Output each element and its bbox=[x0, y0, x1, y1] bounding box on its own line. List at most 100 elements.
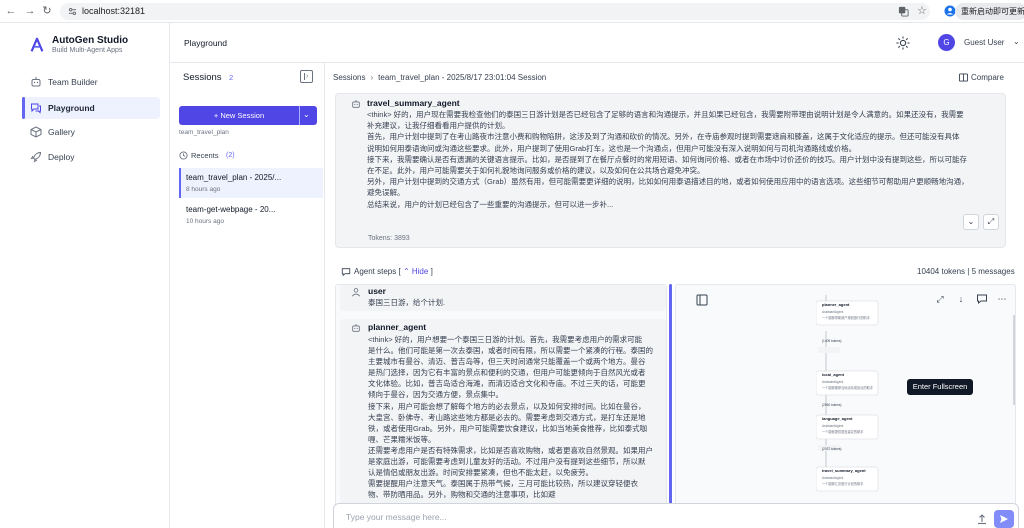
bookmark-star-icon[interactable]: ☆ bbox=[917, 4, 927, 17]
chat-input-placeholder[interactable]: Type your message here... bbox=[346, 512, 447, 522]
robot-icon bbox=[31, 77, 41, 87]
flow-node-type: AssistantAgent bbox=[822, 476, 844, 480]
breadcrumb: Sessions › team_travel_plan - 2025/8/17 23… bbox=[333, 73, 546, 82]
user-icon bbox=[351, 288, 361, 297]
toggle-sidebar-icon[interactable] bbox=[696, 294, 708, 306]
address-bar[interactable]: localhost:32181 ☆ bbox=[60, 3, 930, 20]
token-count: Tokens: 3893 bbox=[368, 235, 410, 242]
steps-scrollbar[interactable] bbox=[669, 284, 672, 510]
message-line: 认是情侣或朋友出游。时间安排要紧凑，但也不能太赶，以免疲劳。 bbox=[368, 468, 593, 478]
agent-steps-label: Agent steps [ ⌃ Hide ] bbox=[354, 267, 433, 276]
forward-arrow-icon[interactable]: → bbox=[23, 4, 37, 18]
message-line: 还需要考虑用户是否有特殊需求，比如是否喜欢购物，或者更喜欢自然景观。如果用户 bbox=[368, 445, 653, 455]
brand-title: AutoGen Studio bbox=[52, 35, 129, 46]
flow-node-title: planner_agent bbox=[822, 302, 850, 307]
message-line: 大皇宫、卧佛寺、考山路这些地方都是必去的。需要考虑到交通方式，是打车还是地 bbox=[368, 412, 646, 422]
more-options-icon[interactable]: ⋯ bbox=[996, 293, 1008, 305]
fullscreen-expand-icon[interactable]: ⤢ bbox=[934, 293, 946, 305]
button-divider bbox=[299, 106, 300, 125]
user-avatar[interactable]: G bbox=[938, 34, 955, 51]
chevron-down-icon[interactable]: ⌄ bbox=[1013, 37, 1020, 46]
message-agent-name: user bbox=[368, 286, 386, 296]
agent-steps-list[interactable]: user 泰国三日游，给个计划. planner_agent <think> 好… bbox=[335, 284, 667, 510]
fullscreen-icon[interactable]: ⤢ bbox=[983, 214, 999, 230]
user-name[interactable]: Guest User bbox=[964, 38, 1004, 47]
new-session-button[interactable]: + New Session ⌄ bbox=[179, 106, 317, 125]
session-view: Sessions › team_travel_plan - 2025/8/17 23… bbox=[325, 63, 1024, 528]
fullscreen-tooltip: Enter Fullscreen bbox=[907, 379, 973, 395]
message-line: 泰国三日游，给个计划. bbox=[368, 298, 446, 307]
chat-icon bbox=[31, 103, 41, 114]
history-clock-icon bbox=[179, 151, 188, 160]
send-button[interactable] bbox=[994, 510, 1014, 528]
session-time: 10 hours ago bbox=[186, 218, 224, 225]
message-content: <think> 好的，用户现在需要我检查他们的泰国三日游计划是否已经包含了足够的… bbox=[367, 109, 999, 210]
flow-node-type: AssistantAgent bbox=[822, 380, 844, 384]
expand-chevron-icon[interactable]: ⌄ bbox=[963, 214, 979, 230]
back-arrow-icon[interactable]: ← bbox=[4, 4, 18, 18]
upload-icon[interactable] bbox=[976, 513, 988, 525]
message-agent-name: planner_agent bbox=[368, 322, 427, 332]
flow-token-count: (1409 tokens) bbox=[822, 339, 842, 343]
hide-steps-toggle[interactable]: ⌃ Hide bbox=[403, 267, 428, 276]
recents-count: (2) bbox=[226, 152, 235, 159]
new-session-dropdown-chevron-icon[interactable]: ⌄ bbox=[303, 110, 310, 119]
flow-node-title: language_agent bbox=[822, 416, 853, 421]
nav-gallery[interactable]: Gallery bbox=[22, 121, 160, 143]
brand-tagline: Build Multi-Agent Apps bbox=[52, 47, 123, 54]
message-line: 倾向于曼谷，因为交通方便，景点集中。 bbox=[368, 390, 503, 400]
message-line: 是什么。他们可能是第一次去泰国，或者时间有限，所以需要一个紧凑的行程。泰国的 bbox=[368, 346, 653, 356]
session-item[interactable]: team-get-webpage - 20... 10 hours ago bbox=[179, 200, 323, 230]
steps-token-summary: 10404 tokens | 5 messages bbox=[917, 267, 1015, 276]
flow-scrollbar[interactable] bbox=[1013, 315, 1015, 405]
message-line: 在不足。此外，用户可能需要关于如何礼貌地询问服务或价格的建议，以及如何在公共场合… bbox=[367, 166, 705, 176]
reload-icon[interactable]: ↻ bbox=[40, 4, 54, 18]
message-line: 接下来，用户可能会想了解每个地方的必去景点，以及如何安排时间。比如在曼谷， bbox=[368, 401, 646, 411]
rocket-icon bbox=[30, 151, 42, 163]
message-card: planner_agent <think> 好的，用户想要一个泰国三日游的计划。… bbox=[340, 319, 666, 509]
message-line: <think> 好的，用户想要一个泰国三日游的计划。首先，我需要考虑用户的需求可… bbox=[368, 335, 643, 344]
nav-team-builder[interactable]: Team Builder bbox=[22, 71, 160, 93]
translate-icon[interactable] bbox=[898, 6, 909, 17]
breadcrumb-sessions-link[interactable]: Sessions bbox=[333, 73, 365, 82]
message-line: 补充建议，让我仔细看看用户提供的计划。 bbox=[367, 121, 510, 131]
message-line: 主要城市有曼谷、清迈、普吉岛等，但三天时间通常只能覆盖一个或两个地方。曼谷 bbox=[368, 357, 646, 367]
new-session-label: + New Session bbox=[213, 111, 265, 120]
agent-flow-panel[interactable]: ⤢ ↓ ⋯ planner_agent AssistantAgent 一个能够帮… bbox=[675, 284, 1016, 510]
message-line: 说明如何用泰语询问或沟通这些要求。此外，用户提到了使用Grab打车，这也是一个沟… bbox=[367, 143, 857, 153]
message-line: 喱、芒果糯米饭等。 bbox=[368, 434, 436, 444]
nav-team-builder-label: Team Builder bbox=[48, 77, 98, 87]
sessions-title: Sessions bbox=[183, 72, 222, 83]
autogen-logo-icon bbox=[30, 37, 44, 52]
message-line: 总结来说，用户的计划已经包含了一些重要的沟通提示，但可以进一步补... bbox=[367, 199, 614, 209]
flow-node-desc: 一个能够推荐当地活动或景点的助手 bbox=[822, 386, 873, 390]
breadcrumb-current: team_travel_plan - 2025/8/17 23:01:04 Se… bbox=[378, 73, 547, 82]
chat-input-box[interactable]: Type your message here... bbox=[333, 503, 1019, 528]
robot-icon bbox=[352, 99, 360, 108]
flow-node-desc: 一个能够汇总旅行计划的助手 bbox=[822, 482, 864, 486]
sessions-panel: Sessions 2 › + New Session ⌄ team_travel… bbox=[170, 63, 325, 528]
page-title: Playground bbox=[184, 38, 228, 48]
session-item[interactable]: team_travel_plan - 2025/... 8 hours ago bbox=[179, 168, 323, 198]
compare-button[interactable]: Compare bbox=[971, 73, 1004, 82]
nav-deploy[interactable]: Deploy bbox=[22, 146, 160, 168]
message-agent-name: travel_summary_agent bbox=[367, 98, 460, 108]
message-card: user 泰国三日游，给个计划. bbox=[340, 285, 666, 311]
flow-token-count: (2560 tokens) bbox=[822, 403, 842, 407]
nav-playground[interactable]: Playground bbox=[22, 97, 160, 119]
collapse-panel-icon[interactable]: › bbox=[300, 70, 313, 83]
flow-token-count: (2037 tokens) bbox=[822, 447, 842, 451]
compare-icon[interactable] bbox=[959, 73, 968, 82]
message-line: 物、带防晒用品。另外，购物和交通的注意事项，比如避 bbox=[368, 490, 556, 500]
message-line: 是家庭出游，可能需要考虑到儿童友好的活动。不过用户没有提到这些细节，所以默 bbox=[368, 457, 646, 467]
update-restart-button[interactable]: 重新启动即可更新 bbox=[955, 3, 1024, 20]
nav-gallery-label: Gallery bbox=[48, 127, 75, 137]
download-icon[interactable]: ↓ bbox=[955, 293, 967, 305]
session-active-indicator bbox=[179, 168, 181, 198]
site-info-icon[interactable] bbox=[68, 7, 77, 16]
theme-toggle-sun-icon[interactable] bbox=[896, 36, 910, 50]
flow-node-title: travel_summary_agent bbox=[822, 468, 866, 473]
comment-icon[interactable] bbox=[976, 293, 988, 305]
message-content: <think> 好的，用户想要一个泰国三日游的计划。首先，我需要考虑用户的需求可… bbox=[368, 334, 666, 500]
message-line: 接下来，我需要确认是否有遗漏的关键语言提示。比如，是否提到了在餐厅点餐时的常用短… bbox=[367, 154, 967, 164]
